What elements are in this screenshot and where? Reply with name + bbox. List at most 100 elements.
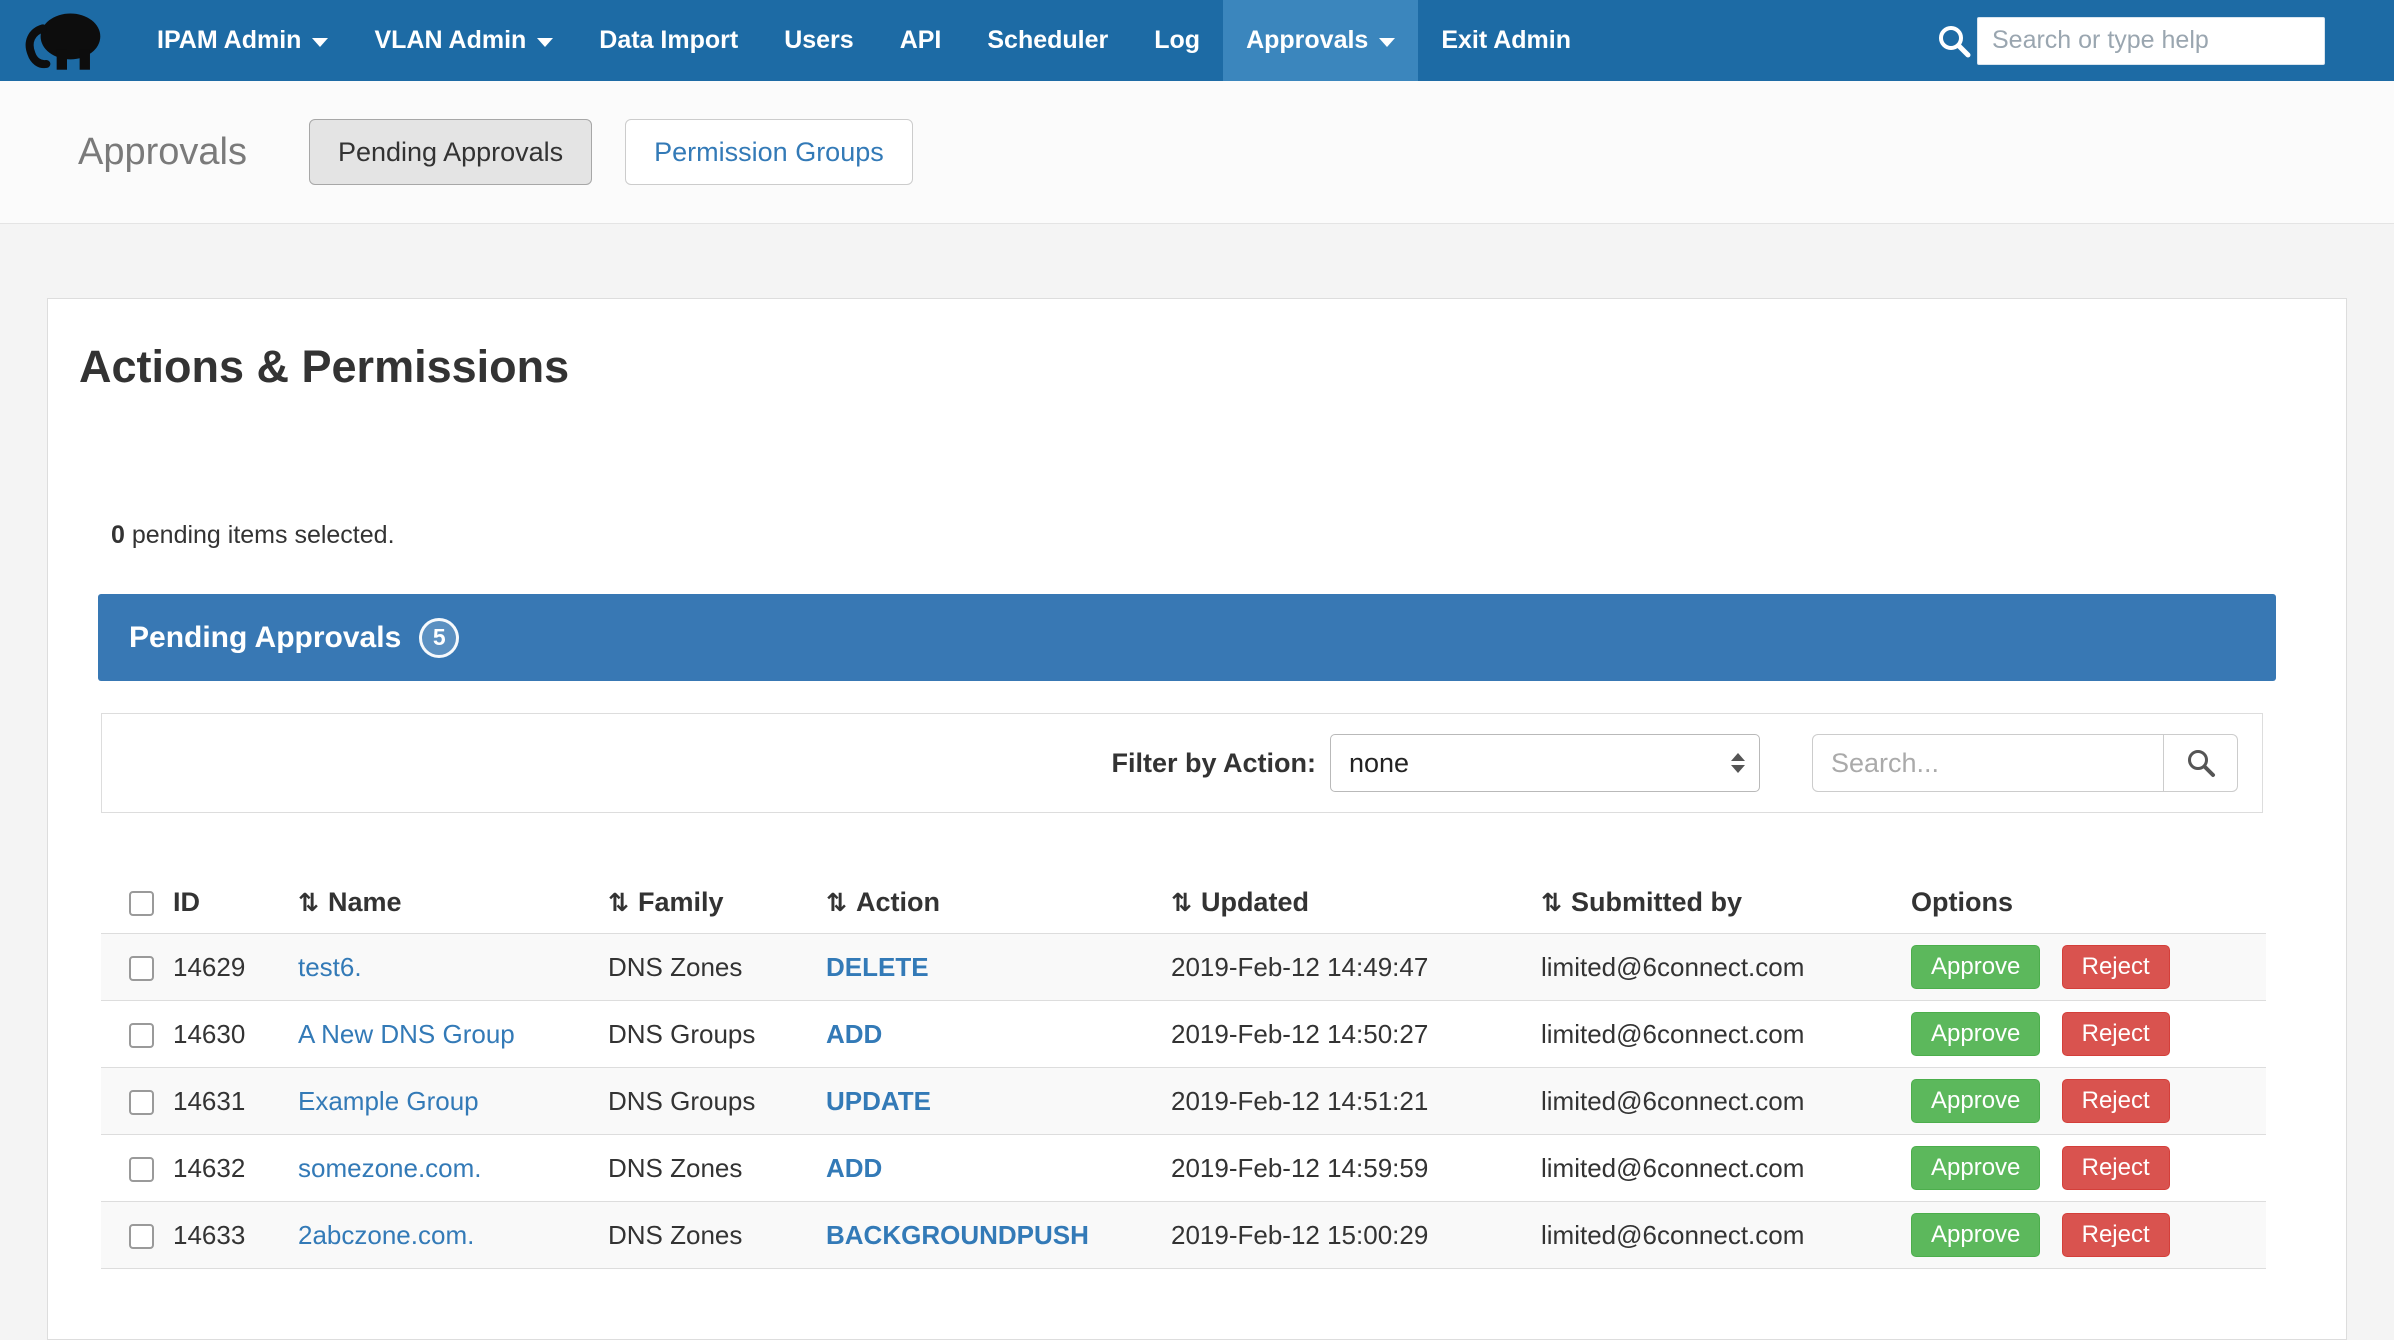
cell-updated: 2019-Feb-12 14:59:59 bbox=[1169, 1135, 1539, 1202]
cell-submitted-by: limited@6connect.com bbox=[1539, 1068, 1909, 1135]
name-link[interactable]: Example Group bbox=[298, 1086, 479, 1116]
row-checkbox[interactable] bbox=[129, 1157, 154, 1182]
nav-item-label: VLAN Admin bbox=[374, 26, 526, 55]
table-header-row: ID ⇅ Name ⇅ Family ⇅ Action ⇅Updated bbox=[101, 871, 2266, 934]
sort-icon: ⇅ bbox=[608, 888, 629, 917]
chevron-down-icon bbox=[1379, 38, 1395, 47]
sort-icon: ⇅ bbox=[298, 888, 319, 917]
nav-item-data-import[interactable]: Data Import bbox=[576, 0, 761, 81]
tab-permission-groups[interactable]: Permission Groups bbox=[625, 119, 913, 185]
column-label: Action bbox=[856, 887, 940, 917]
row-checkbox[interactable] bbox=[129, 1090, 154, 1115]
selected-suffix: pending items selected. bbox=[125, 521, 395, 549]
global-search-input[interactable] bbox=[1977, 17, 2325, 65]
approve-button[interactable]: Approve bbox=[1911, 1213, 2040, 1257]
name-link[interactable]: A New DNS Group bbox=[298, 1019, 515, 1049]
search-icon bbox=[1935, 22, 1973, 60]
column-header-submitted-by[interactable]: ⇅Submitted by bbox=[1539, 871, 1909, 934]
nav-item-users[interactable]: Users bbox=[761, 0, 877, 81]
cell-submitted-by: limited@6connect.com bbox=[1539, 1135, 1909, 1202]
filter-by-action-label: Filter by Action: bbox=[1111, 748, 1316, 779]
column-header-family[interactable]: ⇅ Family bbox=[606, 871, 824, 934]
cell-family: DNS Groups bbox=[606, 1001, 824, 1068]
table-search-group bbox=[1812, 734, 2238, 792]
nav-item-label: Users bbox=[784, 26, 854, 55]
cell-updated: 2019-Feb-12 14:50:27 bbox=[1169, 1001, 1539, 1068]
column-label: Family bbox=[638, 887, 724, 917]
column-header-id: ID bbox=[171, 871, 296, 934]
action-link[interactable]: ADD bbox=[826, 1153, 882, 1183]
nav-item-vlan-admin[interactable]: VLAN Admin bbox=[351, 0, 576, 81]
column-header-options: Options bbox=[1909, 871, 2266, 934]
select-all-checkbox[interactable] bbox=[129, 891, 154, 916]
reject-button[interactable]: Reject bbox=[2062, 1213, 2170, 1257]
sort-icon: ⇅ bbox=[826, 888, 847, 917]
pending-approvals-header: Pending Approvals 5 bbox=[98, 594, 2276, 681]
approve-button[interactable]: Approve bbox=[1911, 945, 2040, 989]
sort-icon: ⇅ bbox=[1171, 888, 1192, 917]
row-checkbox[interactable] bbox=[129, 1023, 154, 1048]
nav-item-log[interactable]: Log bbox=[1131, 0, 1223, 81]
column-label: Name bbox=[328, 887, 402, 917]
nav-item-exit-admin[interactable]: Exit Admin bbox=[1418, 0, 1594, 81]
cell-family: DNS Groups bbox=[606, 1068, 824, 1135]
table-search-button[interactable] bbox=[2164, 734, 2238, 792]
actions-permissions-panel: Actions & Permissions 0 pending items se… bbox=[47, 298, 2347, 1340]
approve-button[interactable]: Approve bbox=[1911, 1079, 2040, 1123]
table-row: 14631 Example Group DNS Groups UPDATE 20… bbox=[101, 1068, 2266, 1135]
column-label: ID bbox=[173, 887, 200, 917]
subheader: Approvals Pending Approvals Permission G… bbox=[0, 81, 2394, 224]
approvals-table-area: Filter by Action: none bbox=[101, 713, 2263, 1269]
reject-button[interactable]: Reject bbox=[2062, 1079, 2170, 1123]
nav-item-label: Data Import bbox=[599, 26, 738, 55]
cell-id: 14631 bbox=[171, 1068, 296, 1135]
row-checkbox[interactable] bbox=[129, 956, 154, 981]
filter-row: Filter by Action: none bbox=[101, 713, 2263, 813]
cell-updated: 2019-Feb-12 15:00:29 bbox=[1169, 1202, 1539, 1269]
approve-button[interactable]: Approve bbox=[1911, 1012, 2040, 1056]
tab-pending-approvals[interactable]: Pending Approvals bbox=[309, 119, 592, 185]
row-checkbox[interactable] bbox=[129, 1224, 154, 1249]
nav-item-label: Log bbox=[1154, 26, 1200, 55]
column-header-updated[interactable]: ⇅Updated bbox=[1169, 871, 1539, 934]
action-link[interactable]: BACKGROUNDPUSH bbox=[826, 1220, 1089, 1250]
table-row: 14629 test6. DNS Zones DELETE 2019-Feb-1… bbox=[101, 934, 2266, 1001]
select-arrows-icon bbox=[1731, 753, 1745, 773]
column-header-action[interactable]: ⇅ Action bbox=[824, 871, 1169, 934]
nav-menu: IPAM Admin VLAN Admin Data Import Users … bbox=[134, 0, 1594, 81]
column-header-name[interactable]: ⇅ Name bbox=[296, 871, 606, 934]
nav-item-api[interactable]: API bbox=[877, 0, 965, 81]
mammoth-logo[interactable] bbox=[0, 0, 134, 81]
action-link[interactable]: UPDATE bbox=[826, 1086, 931, 1116]
name-link[interactable]: test6. bbox=[298, 952, 362, 982]
action-filter-select[interactable]: none bbox=[1330, 734, 1760, 792]
page-title: Approvals bbox=[78, 131, 247, 174]
column-label: Options bbox=[1911, 887, 2013, 917]
global-search bbox=[1935, 0, 2325, 81]
name-link[interactable]: 2abczone.com. bbox=[298, 1220, 474, 1250]
top-navbar: IPAM Admin VLAN Admin Data Import Users … bbox=[0, 0, 2394, 81]
cell-updated: 2019-Feb-12 14:49:47 bbox=[1169, 934, 1539, 1001]
panel-title: Actions & Permissions bbox=[79, 341, 2346, 393]
nav-item-approvals[interactable]: Approvals bbox=[1223, 0, 1418, 81]
cell-id: 14632 bbox=[171, 1135, 296, 1202]
action-link[interactable]: ADD bbox=[826, 1019, 882, 1049]
cell-submitted-by: limited@6connect.com bbox=[1539, 1001, 1909, 1068]
cell-updated: 2019-Feb-12 14:51:21 bbox=[1169, 1068, 1539, 1135]
nav-item-label: IPAM Admin bbox=[157, 26, 301, 55]
table-search-input[interactable] bbox=[1812, 734, 2164, 792]
pending-approvals-table: ID ⇅ Name ⇅ Family ⇅ Action ⇅Updated bbox=[101, 871, 2266, 1269]
nav-item-label: API bbox=[900, 26, 942, 55]
cell-id: 14630 bbox=[171, 1001, 296, 1068]
nav-item-scheduler[interactable]: Scheduler bbox=[964, 0, 1131, 81]
search-icon bbox=[2185, 747, 2217, 779]
approve-button[interactable]: Approve bbox=[1911, 1146, 2040, 1190]
action-filter-value: none bbox=[1349, 748, 1409, 779]
reject-button[interactable]: Reject bbox=[2062, 1146, 2170, 1190]
reject-button[interactable]: Reject bbox=[2062, 1012, 2170, 1056]
reject-button[interactable]: Reject bbox=[2062, 945, 2170, 989]
selected-items-status: 0 pending items selected. bbox=[111, 521, 2346, 550]
name-link[interactable]: somezone.com. bbox=[298, 1153, 482, 1183]
nav-item-ipam-admin[interactable]: IPAM Admin bbox=[134, 0, 351, 81]
action-link[interactable]: DELETE bbox=[826, 952, 929, 982]
